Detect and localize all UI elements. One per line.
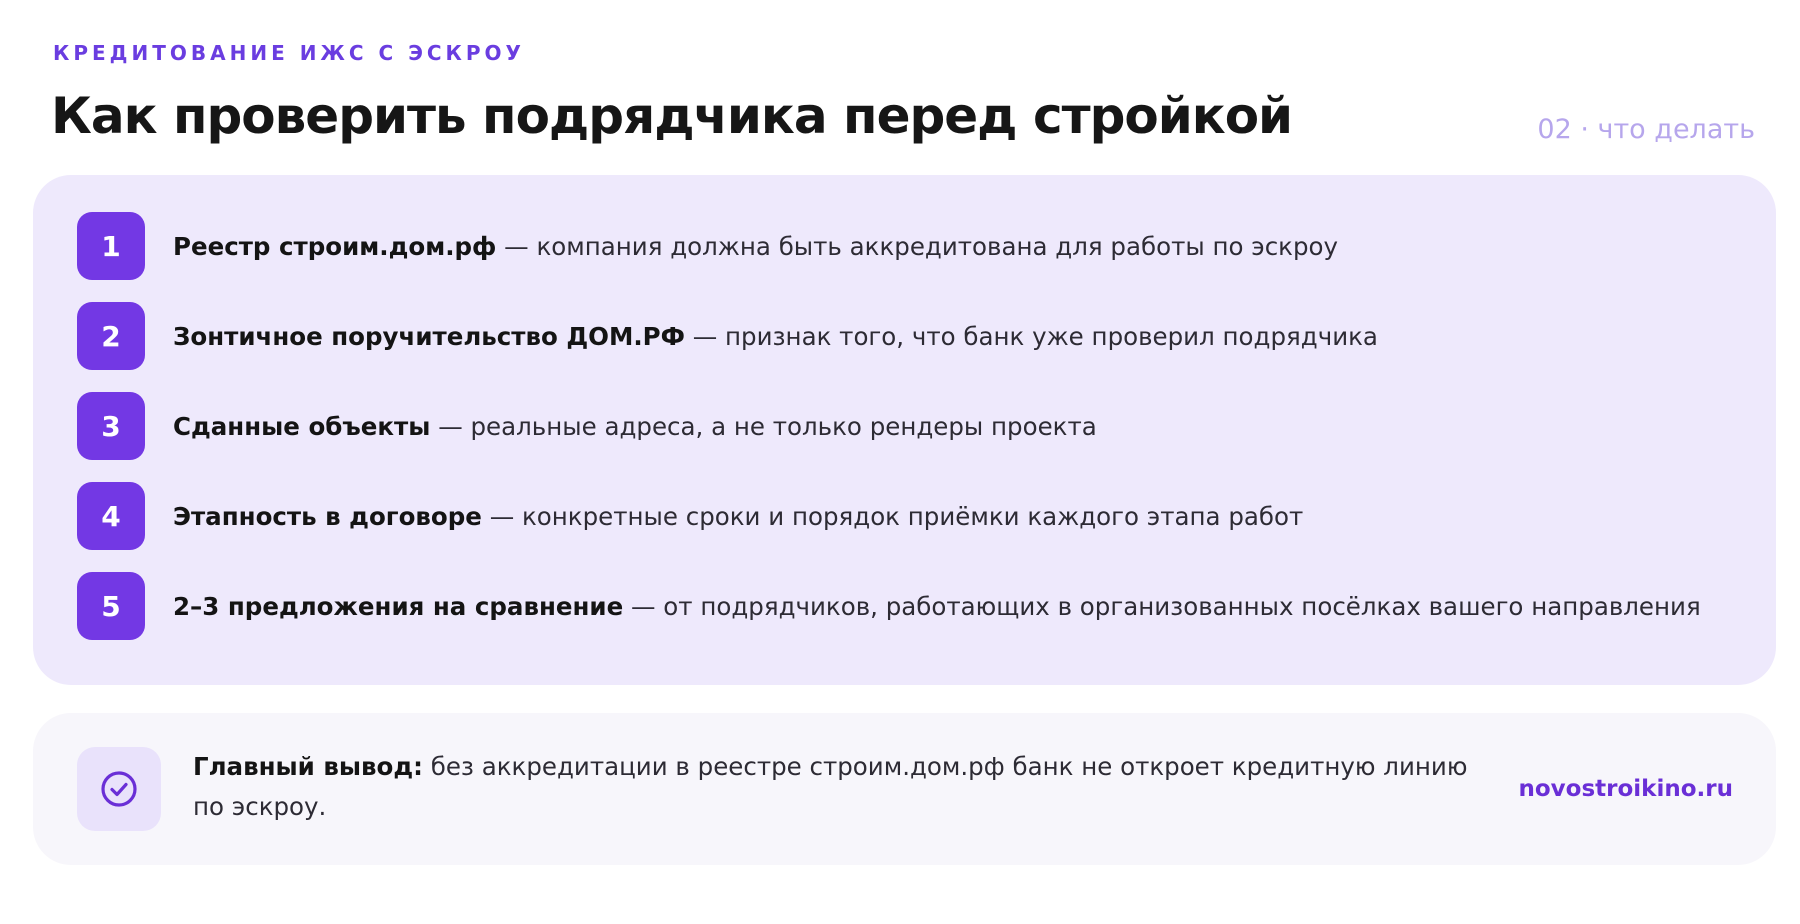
check-circle-icon-glyph: [101, 771, 137, 807]
step-title: 2–3 предложения на сравнение: [173, 591, 624, 621]
slide: КРЕДИТОВАНИЕ ИЖС С ЭСКРОУ Как проверить …: [0, 0, 1800, 924]
conclusion-card: Главный вывод: без аккредитации в реестр…: [33, 713, 1776, 865]
check-circle-icon: [77, 747, 161, 831]
step-description: — конкретные сроки и порядок приёмки каж…: [481, 501, 1304, 531]
step-title: Сданные объекты: [173, 411, 431, 441]
conclusion-label: Главный вывод:: [193, 752, 423, 781]
step-text: Реестр строим.дом.рф — компания должна б…: [173, 232, 1338, 261]
site-link[interactable]: novostroikino.ru: [1519, 774, 1734, 804]
step-text: 2–3 предложения на сравнение — от подряд…: [173, 592, 1701, 621]
step-item-3: 3 Сданные объекты — реальные адреса, а н…: [77, 392, 1097, 460]
step-description: — компания должна быть аккредитована для…: [496, 231, 1339, 261]
page-title: Как проверить подрядчика перед стройкой: [51, 87, 1293, 145]
step-number-badge: 4: [77, 482, 145, 550]
steps-card: 1 Реестр строим.дом.рф — компания должна…: [33, 175, 1776, 685]
step-title: Зонтичное поручительство ДОМ.РФ: [173, 321, 685, 351]
step-description: — признак того, что банк уже проверил по…: [684, 321, 1378, 351]
conclusion-text: Главный вывод: без аккредитации в реестр…: [193, 747, 1483, 827]
step-title: Этапность в договоре: [173, 501, 482, 531]
step-description: — от подрядчиков, работающих в организов…: [623, 591, 1701, 621]
section-tag: 02 · что делать: [1537, 114, 1755, 145]
eyebrow-label: КРЕДИТОВАНИЕ ИЖС С ЭСКРОУ: [53, 41, 525, 65]
step-description: — реальные адреса, а не только рендеры п…: [430, 411, 1097, 441]
step-text: Сданные объекты — реальные адреса, а не …: [173, 412, 1097, 441]
step-number-badge: 3: [77, 392, 145, 460]
step-item-4: 4 Этапность в договоре — конкретные срок…: [77, 482, 1303, 550]
step-text: Этапность в договоре — конкретные сроки …: [173, 502, 1303, 531]
step-number-badge: 5: [77, 572, 145, 640]
step-text: Зонтичное поручительство ДОМ.РФ — призна…: [173, 322, 1378, 351]
step-item-1: 1 Реестр строим.дом.рф — компания должна…: [77, 212, 1338, 280]
step-title: Реестр строим.дом.рф: [173, 231, 497, 261]
step-item-2: 2 Зонтичное поручительство ДОМ.РФ — приз…: [77, 302, 1378, 370]
step-number-badge: 2: [77, 302, 145, 370]
step-number-badge: 1: [77, 212, 145, 280]
step-item-5: 5 2–3 предложения на сравнение — от подр…: [77, 572, 1701, 640]
